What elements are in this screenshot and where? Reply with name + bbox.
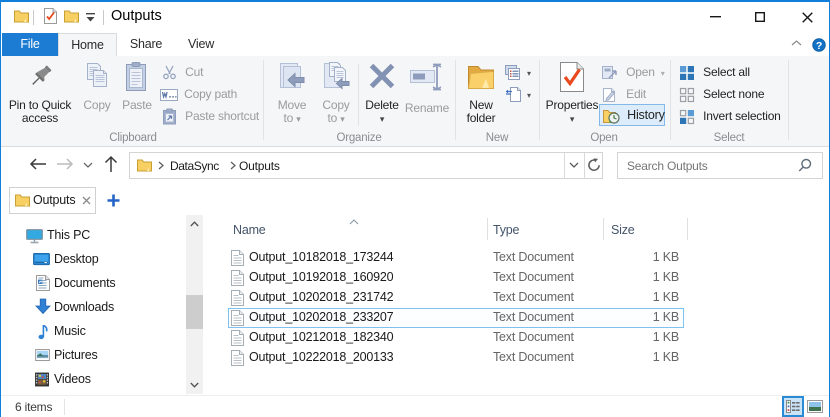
- svg-text:?: ?: [816, 40, 822, 52]
